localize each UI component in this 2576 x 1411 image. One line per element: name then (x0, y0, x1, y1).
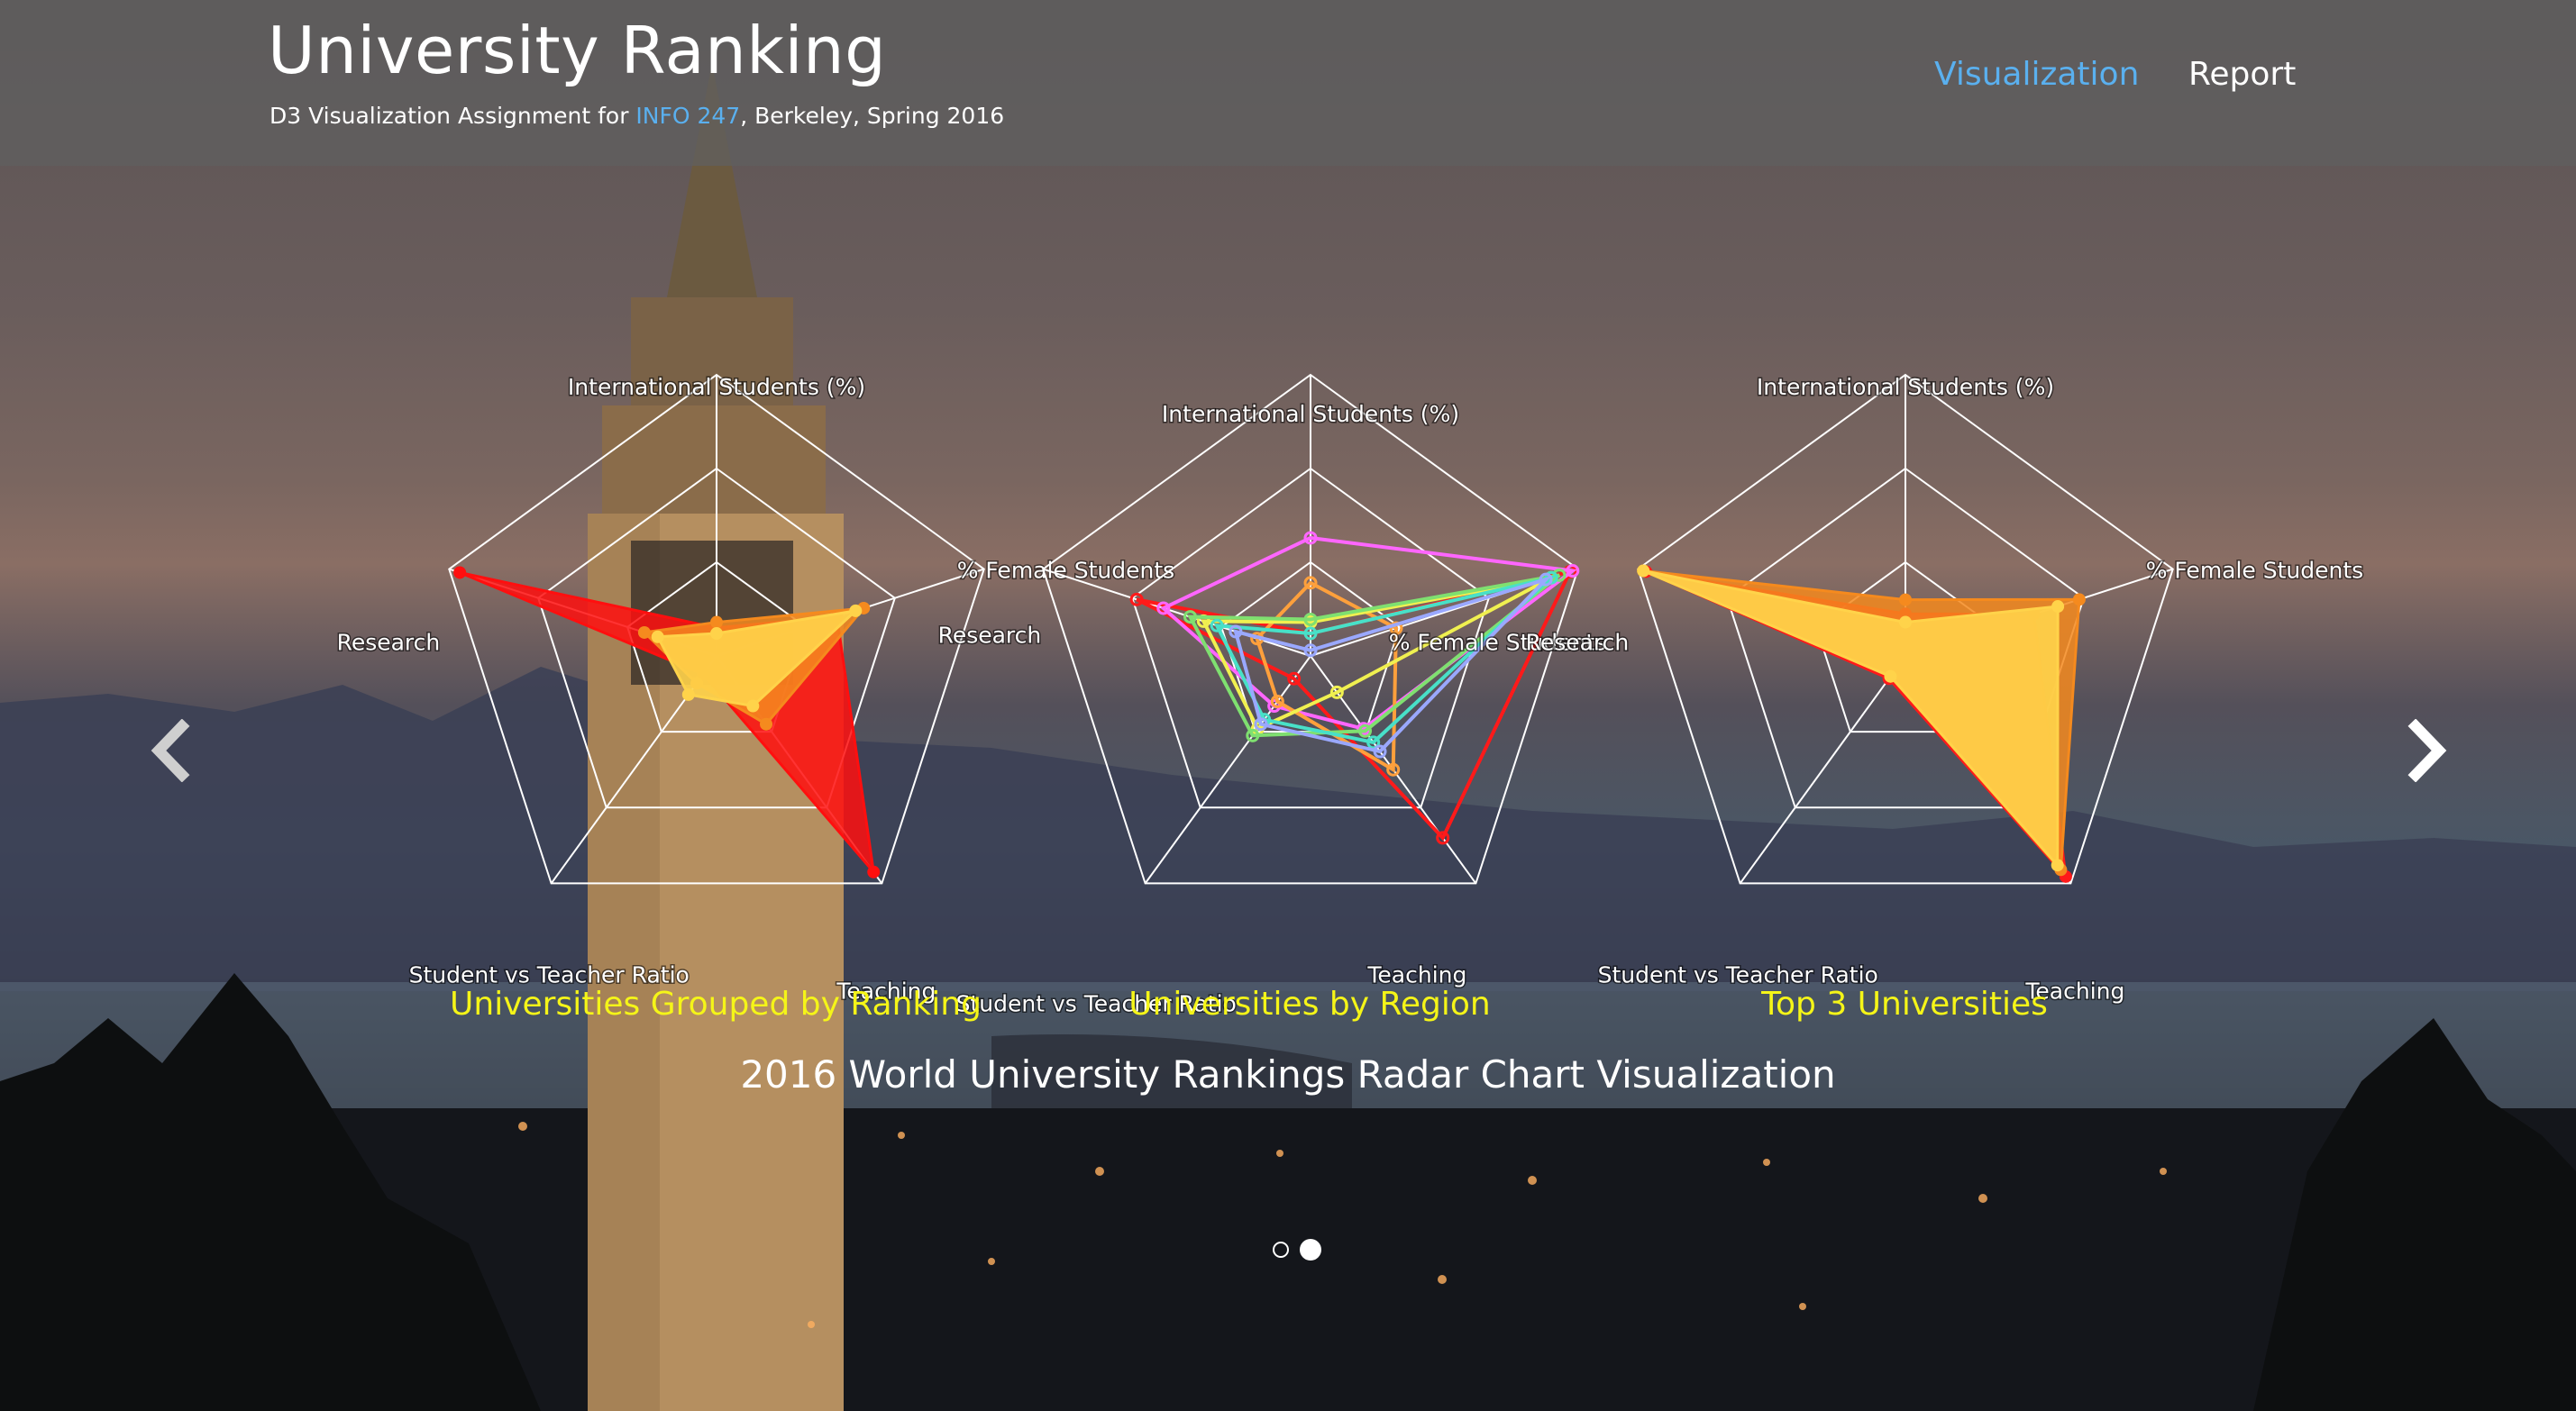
series-3-point-2[interactable] (849, 604, 863, 617)
axis-line-4 (1739, 655, 1906, 885)
chevron-left-icon (151, 718, 190, 783)
series-2-point-1[interactable] (710, 615, 723, 629)
carousel-indicator-2[interactable] (1300, 1239, 1321, 1261)
chevron-right-icon (2407, 718, 2447, 783)
carousel-slide: University Ranking D3 Visualization Assi… (0, 0, 2576, 1411)
axis-label-2: % Female Students (2146, 558, 2363, 584)
series-3-area[interactable] (1642, 569, 2060, 869)
series-3-point-1[interactable] (1899, 615, 1912, 629)
series-1-point-3[interactable] (867, 865, 881, 878)
axis-label-2: % Female Students (957, 558, 1174, 584)
axis-label-5: Research (1526, 630, 1630, 656)
chart-title-ranking: Universities Grouped by Ranking (450, 986, 982, 1023)
series-3-point-1[interactable] (710, 627, 723, 641)
series-2-point-1[interactable] (1899, 593, 1912, 606)
axis-label-1: International Students (%) (1162, 401, 1459, 427)
series-3-point-3[interactable] (2051, 859, 2064, 872)
series-3-point-5[interactable] (651, 630, 664, 643)
chart-title-top3: Top 3 Universities (1761, 986, 2048, 1023)
series-3-point-3[interactable] (746, 699, 760, 713)
radar-chart-2: International Students (%) % Female Stude… (936, 373, 1608, 1018)
radar-charts: International Students (%) % Female Stude… (335, 373, 2365, 1018)
chart-title-region: Universities by Region (1128, 986, 1491, 1023)
series-2-point-2[interactable] (2072, 593, 2086, 606)
series-1-point-5[interactable] (453, 566, 467, 579)
axis-label-4: Student vs Teacher Ratio (409, 961, 690, 988)
series-3-point-4[interactable] (1884, 669, 1897, 683)
radar-chart-1: International Students (%) % Female Stude… (335, 373, 1176, 1006)
series-2-point-3[interactable] (760, 717, 773, 731)
series-2-point-5[interactable] (637, 625, 651, 639)
axis-label-3: Teaching (1366, 961, 1466, 988)
carousel-caption: 2016 World University Rankings Radar Cha… (740, 1052, 1836, 1097)
carousel-indicator-1[interactable] (1273, 1242, 1289, 1258)
axis-label-5: Research (337, 630, 441, 656)
carousel-prev-button[interactable] (144, 718, 198, 783)
series-3-point-5[interactable] (1637, 564, 1650, 578)
radar-chart-3: International Students (%) % Female Stude… (1524, 373, 2365, 1006)
axis-line-5 (1042, 568, 1311, 657)
axis-label-4: Student vs Teacher Ratio (1598, 961, 1878, 988)
carousel-next-button[interactable] (2399, 718, 2453, 783)
series-3-point-4[interactable] (681, 687, 695, 701)
axis-label-1: International Students (%) (1757, 374, 2054, 400)
series-3-point-2[interactable] (2051, 600, 2065, 614)
axis-label-1: International Students (%) (568, 374, 865, 400)
axis-label-5: Research (938, 623, 1042, 649)
